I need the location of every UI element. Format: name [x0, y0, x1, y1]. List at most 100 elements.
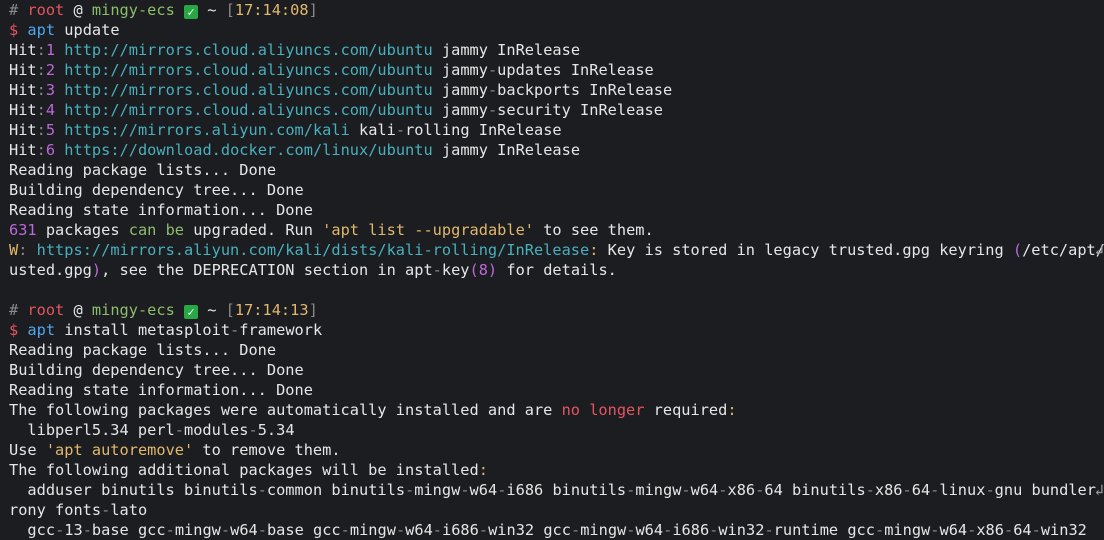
terminal-text: to remove them. [193, 441, 341, 459]
terminal-text: - [395, 121, 406, 139]
terminal-text: - [174, 421, 184, 439]
terminal-text: - [709, 521, 719, 539]
check-icon: ✓ [184, 305, 199, 319]
terminal-text: upgraded. Run [184, 221, 323, 239]
terminal-text: x86 [727, 481, 756, 499]
terminal-text: : [18, 241, 37, 259]
terminal-text: x86 [874, 481, 903, 499]
terminal-text: install metasploit [55, 321, 231, 339]
terminal-text: ] [308, 301, 318, 319]
terminal-text: @ [64, 1, 92, 19]
terminal-text: no longer [561, 401, 645, 419]
terminal-text: - [930, 481, 940, 499]
terminal-text: http://mirrors.cloud.aliyuncs.com/ubuntu [64, 81, 433, 99]
terminal-text: to see them. [534, 221, 654, 239]
terminal-line: Reading state information... Done [9, 200, 1104, 220]
terminal-text: root [27, 1, 65, 19]
terminal-text: ] [308, 1, 318, 19]
terminal-text: Reading state information... Done [9, 381, 313, 399]
terminal-text: 64 [911, 481, 931, 499]
terminal-text: i686 binutils [506, 481, 627, 499]
terminal-text: Building dependency tree... Done [9, 181, 304, 199]
terminal-text: 4 [45, 101, 56, 119]
terminal-text: win32 [718, 521, 765, 539]
terminal-text: x86 [976, 521, 1004, 539]
terminal-text: , see the DEPRECATION section in apt [101, 261, 433, 279]
terminal-text: jammy InRelease [432, 141, 581, 159]
terminal-text: ~ [198, 301, 226, 319]
terminal-text: 13 [64, 521, 83, 539]
terminal-text: [ [225, 301, 235, 319]
terminal-text: - [405, 481, 415, 499]
terminal-text: updates InRelease [497, 61, 654, 79]
terminal-text: - [248, 421, 258, 439]
terminal-line: $ apt install metasploit-framework [9, 320, 1104, 340]
terminal-window[interactable]: # root @ mingy-ecs ✓ ~ [17:14:08] $ apt u… [0, 0, 1104, 540]
terminal-text: - [432, 521, 443, 539]
terminal-text: for details. [497, 261, 617, 279]
terminal-text: - [230, 321, 240, 339]
terminal-text: - [902, 481, 912, 499]
terminal-text: apt [27, 21, 56, 39]
terminal-line: Reading package lists... Done [9, 160, 1104, 180]
terminal-text: - [101, 501, 111, 519]
terminal-text: root [27, 301, 65, 319]
terminal-text: # [9, 1, 28, 19]
terminal-text: w64 [405, 521, 433, 539]
terminal-text: Use [9, 441, 46, 459]
terminal-text: gcc [9, 521, 56, 539]
terminal-line: Hit:1 http://mirrors.cloud.aliyuncs.com/… [9, 40, 1104, 60]
terminal-text: - [1003, 521, 1014, 539]
terminal-text: # [9, 301, 28, 319]
terminal-line: Reading state information... Done [9, 380, 1104, 400]
terminal-text: kali [349, 121, 396, 139]
terminal-text: win32 [1040, 521, 1087, 539]
terminal-text: http://mirrors.cloud.aliyuncs.com/ubuntu [64, 101, 433, 119]
terminal-line: 631 packages can be upgraded. Run 'apt l… [9, 220, 1104, 240]
terminal-text: ) [91, 261, 102, 279]
terminal-text: usted.gpg [9, 261, 92, 279]
terminal-text: : [36, 121, 46, 139]
terminal-line: The following packages were automaticall… [9, 400, 1104, 420]
terminal-text: $ [9, 321, 28, 339]
terminal-line: adduser binutils binutils-common binutil… [9, 480, 1104, 500]
terminal-text: - [460, 481, 470, 499]
terminal-text: i686 [672, 521, 710, 539]
line-wrap-icon: ↲ [1094, 481, 1104, 499]
terminal-text: 'apt autoremove' [45, 441, 194, 459]
terminal-text: mingw [174, 521, 221, 539]
terminal-text: http://mirrors.cloud.aliyuncs.com/ubuntu [64, 61, 433, 79]
terminal-text: mingw [884, 521, 931, 539]
terminal-text: https://download.docker.com/linux/ubuntu [64, 141, 433, 159]
terminal-text: - [663, 521, 673, 539]
terminal-text: https://mirrors.aliyun.com/kali/dists/ka… [36, 241, 590, 259]
terminal-text: 5.34 [257, 421, 295, 439]
terminal-text: - [55, 521, 65, 539]
terminal-text: - [487, 81, 498, 99]
terminal-text: - [487, 61, 498, 79]
terminal-text: - [626, 481, 636, 499]
terminal-text: http://mirrors.cloud.aliyuncs.com/ubuntu [64, 41, 433, 59]
terminal-text: rony fonts [9, 501, 102, 519]
terminal-text: - [487, 101, 498, 119]
terminal-text: rolling InRelease [405, 121, 562, 139]
terminal-text: - [432, 261, 442, 279]
terminal-text: mingy-ecs [91, 1, 175, 19]
terminal-text: : [36, 61, 46, 79]
terminal-line: Use 'apt autoremove' to remove them. [9, 440, 1104, 460]
terminal-text: apt [27, 321, 56, 339]
terminal-text: : [36, 41, 46, 59]
terminal-text: Building dependency tree... Done [9, 361, 304, 379]
check-icon: ✓ [184, 5, 199, 19]
terminal-text: ( [1012, 241, 1023, 259]
terminal-text: - [257, 481, 267, 499]
terminal-text: - [865, 481, 875, 499]
terminal-text: base gcc [91, 521, 166, 539]
terminal-text: gnu bundler ch [994, 481, 1096, 499]
terminal-text: 17:14:08 [234, 1, 309, 19]
terminal-text: 64 binutils [764, 481, 866, 499]
terminal-text: 1 [45, 41, 56, 59]
